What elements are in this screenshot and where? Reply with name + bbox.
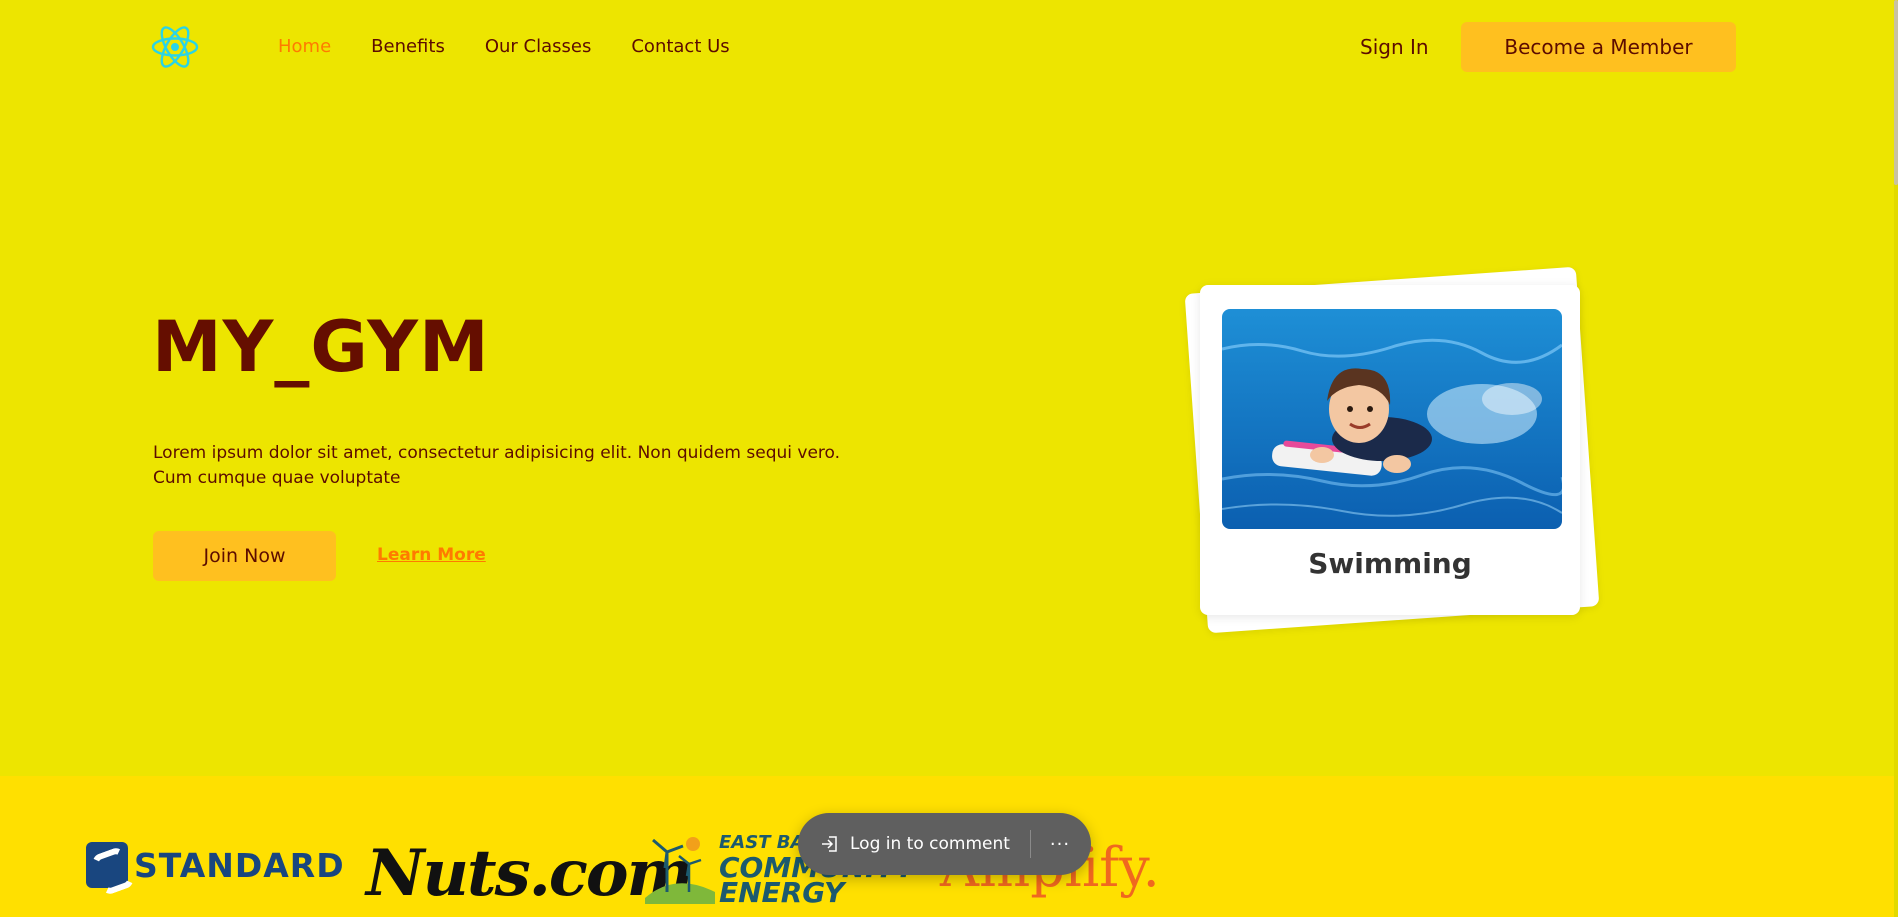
learn-more-link[interactable]: Learn More — [377, 545, 486, 565]
top-nav: Home Benefits Our Classes Contact Us Sig… — [0, 0, 1894, 94]
standard-logo: STANDARD — [86, 842, 345, 888]
join-now-button[interactable]: Join Now — [153, 531, 336, 581]
hero-title: MY_GYM — [152, 306, 490, 388]
nuts-logo: Nuts.com — [366, 836, 694, 911]
nav-links: Home Benefits Our Classes Contact Us — [278, 36, 770, 57]
nav-link-home[interactable]: Home — [278, 36, 331, 57]
standard-logo-text: STANDARD — [134, 845, 345, 885]
nav-link-contact-us[interactable]: Contact Us — [631, 36, 729, 57]
class-card-swimming[interactable]: Swimming — [1200, 285, 1580, 615]
more-options-icon[interactable]: ··· — [1041, 813, 1079, 875]
react-atom-logo-icon[interactable] — [151, 23, 199, 71]
card-label: Swimming — [1308, 547, 1472, 580]
wind-turbine-icon — [645, 832, 715, 904]
become-member-button[interactable]: Become a Member — [1461, 22, 1736, 72]
sign-in-arrow-icon — [820, 834, 840, 854]
sign-in-link[interactable]: Sign In — [1360, 35, 1429, 59]
hero-description: Lorem ipsum dolor sit amet, consectetur … — [153, 443, 841, 488]
nav-link-our-classes[interactable]: Our Classes — [485, 36, 592, 57]
eb-line-3: ENERGY — [719, 876, 845, 909]
nav-link-benefits[interactable]: Benefits — [371, 36, 445, 57]
toast-divider — [1030, 830, 1031, 858]
scrollbar-thumb[interactable] — [1894, 0, 1898, 185]
log-in-label: Log in to comment — [850, 834, 1010, 854]
log-in-to-comment-button[interactable]: Log in to comment — [820, 813, 1010, 875]
swimming-photo — [1222, 309, 1562, 529]
standard-mark-icon — [86, 842, 128, 888]
page-scrollbar[interactable] — [1894, 0, 1898, 917]
comment-toast: Log in to comment ··· — [798, 813, 1091, 875]
